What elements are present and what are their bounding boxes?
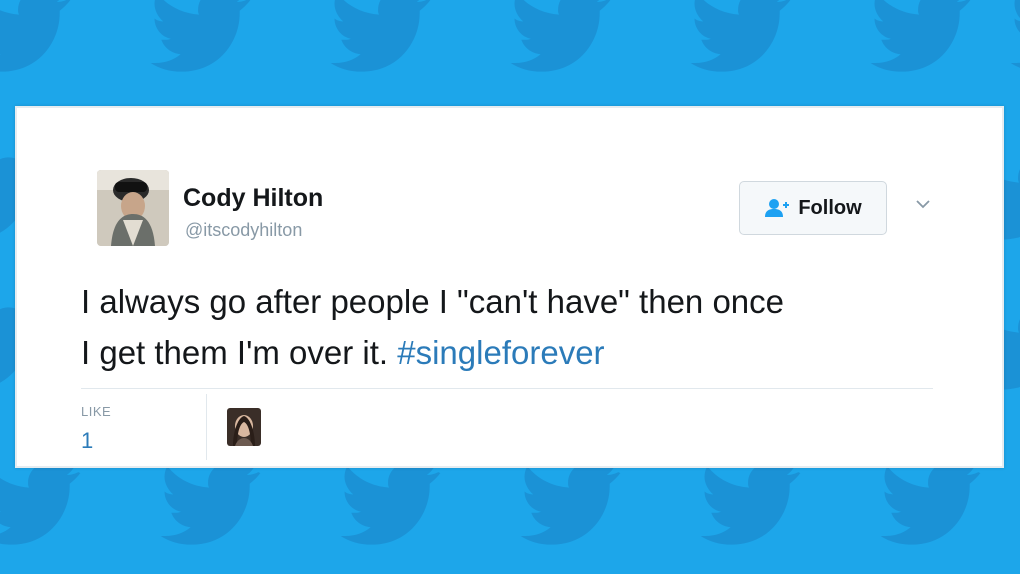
author-name[interactable]: Cody Hilton <box>183 184 323 213</box>
tweet-card: Cody Hilton @itscodyhilton Follow I alwa… <box>15 106 1004 468</box>
tweet-text-plain: I get them I'm over it. <box>81 334 398 371</box>
tweet-text-line-2: I get them I'm over it. #singleforever <box>81 327 961 378</box>
follow-button[interactable]: Follow <box>739 181 887 235</box>
chevron-down-icon <box>916 200 930 209</box>
stats-divider <box>81 388 933 389</box>
twitter-bird-icon <box>860 0 980 82</box>
tweet-text: I always go after people I "can't have" … <box>81 276 961 378</box>
twitter-bird-icon <box>0 455 90 555</box>
twitter-bird-icon <box>1000 0 1020 82</box>
author-avatar[interactable] <box>97 170 169 246</box>
hashtag-link[interactable]: #singleforever <box>397 334 604 371</box>
tweet-menu-chevron[interactable] <box>913 194 933 214</box>
like-count[interactable]: 1 <box>81 428 93 454</box>
twitter-bird-icon <box>150 455 270 555</box>
tweet-text-line-1: I always go after people I "can't have" … <box>81 283 785 320</box>
twitter-bird-icon <box>0 0 80 82</box>
twitter-bird-icon <box>140 0 260 82</box>
twitter-bird-icon <box>680 0 800 82</box>
add-user-icon <box>764 198 790 218</box>
twitter-bird-icon <box>870 455 990 555</box>
author-handle[interactable]: @itscodyhilton <box>185 220 302 241</box>
liker-avatar-photo-icon <box>227 408 261 446</box>
liker-avatar[interactable] <box>227 408 261 446</box>
stats-separator <box>206 394 207 460</box>
twitter-bird-icon <box>510 455 630 555</box>
avatar-photo-icon <box>97 170 169 246</box>
twitter-bird-icon <box>500 0 620 82</box>
twitter-bird-icon <box>320 0 440 82</box>
twitter-bird-icon <box>690 455 810 555</box>
follow-button-label: Follow <box>798 196 862 219</box>
twitter-bird-icon <box>330 455 450 555</box>
like-label: LIKE <box>81 404 112 419</box>
